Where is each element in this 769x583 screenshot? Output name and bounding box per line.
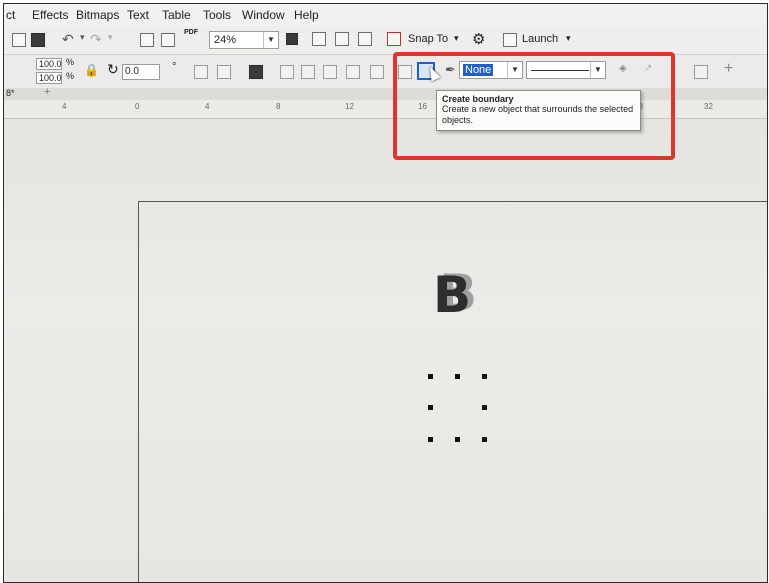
selection-handle[interactable] (482, 374, 487, 379)
ruler-tick: 12 (345, 102, 354, 111)
ruler-tick: 32 (704, 102, 713, 111)
launch-button[interactable]: Launch (522, 33, 558, 45)
undo-icon[interactable]: ↶ (62, 31, 74, 48)
selection-handle[interactable] (428, 437, 433, 442)
weld-icon[interactable] (280, 65, 294, 79)
lock-ratio-icon[interactable]: 🔒 (84, 63, 99, 77)
front-minus-back-icon[interactable] (370, 65, 384, 79)
menu-item-effects[interactable]: Effects (32, 8, 68, 22)
menu-item-bitmaps[interactable]: Bitmaps (76, 8, 119, 22)
menu-item-text[interactable]: Text (127, 8, 149, 22)
add-document-icon[interactable]: + (44, 86, 50, 98)
selection-handle[interactable] (455, 437, 460, 442)
menu-item-table[interactable]: Table (162, 8, 191, 22)
show-grid-icon[interactable] (335, 32, 349, 46)
gear-icon[interactable]: ⚙ (472, 30, 485, 48)
ruler-tick: 0 (135, 102, 140, 111)
trim-icon[interactable] (301, 65, 315, 79)
zoom-level-select[interactable]: 24% ▼ (209, 31, 279, 49)
chevron-down-icon: ▼ (263, 32, 278, 48)
mirror-horizontal-icon[interactable] (194, 65, 208, 79)
import-arrow-icon[interactable] (140, 33, 154, 47)
ruler-tick: 4 (205, 102, 210, 111)
publish-pdf-icon[interactable]: PDF (184, 29, 198, 36)
export-icon[interactable] (31, 33, 45, 47)
standard-toolbar: ↶ ▾ ↷ ▾ PDF 24% ▼ Snap To ▾ ⚙ Launch ▾ (4, 26, 767, 55)
redo-icon[interactable]: ↷ (90, 31, 102, 48)
ruler-tick: 4 (62, 102, 67, 111)
undo-dropdown-icon[interactable]: ▾ (80, 32, 85, 43)
selection-handle[interactable] (455, 374, 460, 379)
rotate-icon: ↻ (107, 61, 119, 77)
redo-dropdown-icon[interactable]: ▾ (108, 32, 113, 43)
selection-handle[interactable] (482, 437, 487, 442)
scale-x-field[interactable]: 100.0 (36, 58, 62, 70)
selection-handle[interactable] (428, 405, 433, 410)
ruler-tick: 8 (276, 102, 281, 111)
snap-to-button[interactable]: Snap To (408, 33, 448, 45)
scale-y-field[interactable]: 100.0 (36, 72, 62, 84)
selection-handle[interactable] (482, 405, 487, 410)
simplify-icon[interactable] (346, 65, 360, 79)
import-icon[interactable] (12, 33, 26, 47)
intersect-icon[interactable] (323, 65, 337, 79)
selection-handle[interactable] (428, 374, 433, 379)
highlight-annotation (393, 52, 675, 160)
selected-letter-object[interactable]: B (433, 269, 483, 321)
drawing-canvas[interactable] (4, 119, 767, 582)
show-rulers-icon[interactable] (312, 32, 326, 46)
full-screen-icon[interactable] (286, 33, 298, 45)
combine-icon[interactable] (249, 65, 263, 79)
snap-icon (387, 32, 401, 46)
mirror-vertical-icon[interactable] (217, 65, 231, 79)
show-guidelines-icon[interactable] (358, 32, 372, 46)
percent-y-label: % (66, 71, 75, 81)
page-border (138, 201, 767, 582)
zoom-level-value: 24% (214, 34, 237, 46)
degree-label: ° (172, 61, 177, 73)
menu-item-tools[interactable]: Tools (203, 8, 231, 22)
app-window: ct Effects Bitmaps Text Table Tools Wind… (3, 3, 768, 583)
menu-item-window[interactable]: Window (242, 8, 285, 22)
menu-bar: ct Effects Bitmaps Text Table Tools Wind… (4, 4, 767, 27)
rotation-field[interactable]: 0.0 (122, 64, 160, 80)
document-tab[interactable]: 8* (6, 88, 15, 98)
launch-icon (503, 33, 517, 47)
menu-item-help[interactable]: Help (294, 8, 319, 22)
quick-customize-icon[interactable] (694, 65, 708, 79)
menu-item-object[interactable]: ct (6, 8, 15, 22)
percent-x-label: % (66, 57, 75, 67)
export-arrow-icon[interactable] (161, 33, 175, 47)
snap-to-dropdown-icon[interactable]: ▾ (454, 33, 459, 44)
launch-dropdown-icon[interactable]: ▾ (566, 33, 571, 44)
add-icon[interactable]: + (724, 60, 733, 78)
